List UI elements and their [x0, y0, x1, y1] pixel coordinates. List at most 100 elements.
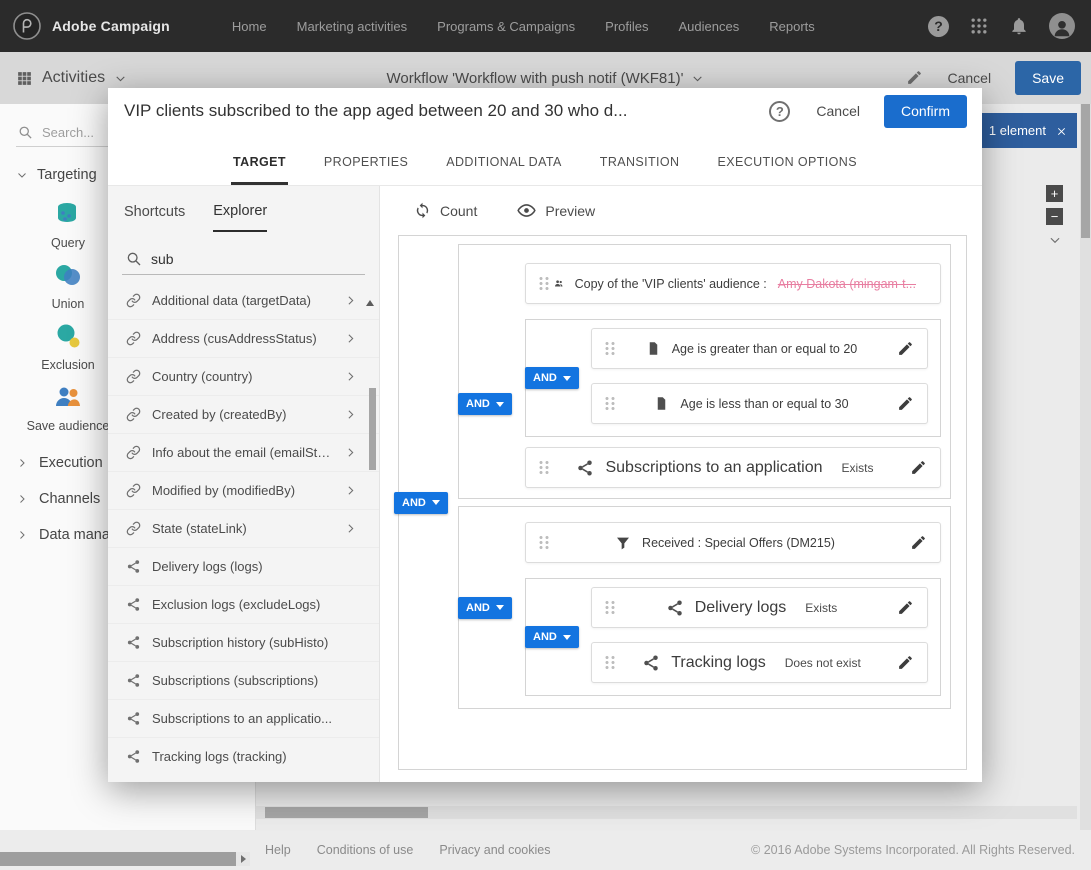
and-operator-button[interactable]: AND: [525, 367, 579, 389]
condition-card-audience[interactable]: Copy of the 'VIP clients' audience : Amy…: [525, 263, 941, 304]
query-subgroup-age: AND Age is greater than or equal to 20 A…: [525, 319, 941, 437]
drag-handle[interactable]: [538, 459, 550, 476]
chevron-right-icon[interactable]: [344, 332, 357, 345]
list-item[interactable]: Country (country): [108, 357, 379, 395]
condition-card-age-max[interactable]: Age is less than or equal to 30: [591, 383, 928, 424]
activities-selector[interactable]: Activities: [0, 69, 127, 87]
drag-handle[interactable]: [538, 275, 550, 292]
preview-button[interactable]: Preview: [517, 201, 595, 220]
footer-link-privacy[interactable]: Privacy and cookies: [439, 843, 550, 857]
explorer-search-input[interactable]: [151, 251, 321, 267]
condition-card-tracking-logs[interactable]: Tracking logs Does not exist: [591, 642, 928, 683]
condition-card-subscriptions[interactable]: Subscriptions to an application Exists: [525, 447, 941, 488]
drag-handle[interactable]: [604, 340, 616, 357]
workflow-title-dropdown[interactable]: Workflow 'Workflow with push notif (WKF8…: [387, 70, 705, 87]
list-item[interactable]: State (stateLink): [108, 509, 379, 547]
collection-icon: [126, 711, 141, 726]
scrollbar-thumb[interactable]: [265, 807, 428, 818]
nav-reports[interactable]: Reports: [769, 19, 815, 34]
edit-pencil-icon[interactable]: [906, 69, 923, 87]
edit-pencil-icon[interactable]: [883, 329, 927, 368]
drag-handle[interactable]: [538, 534, 550, 551]
list-item[interactable]: Modified by (modifiedBy): [108, 471, 379, 509]
list-item[interactable]: Delivery logs (logs): [108, 547, 379, 585]
collection-icon: [576, 459, 594, 477]
count-button[interactable]: Count: [414, 202, 477, 219]
tab-properties[interactable]: PROPERTIES: [322, 155, 410, 185]
tab-target[interactable]: TARGET: [231, 155, 288, 185]
scroll-right-arrow-icon[interactable]: [236, 852, 250, 866]
canvas-horizontal-scrollbar[interactable]: [256, 806, 1077, 819]
list-item[interactable]: Address (cusAddressStatus): [108, 319, 379, 357]
list-item[interactable]: Tracking logs (tracking): [108, 737, 379, 775]
and-operator-button[interactable]: AND: [458, 596, 512, 619]
footer-link-conditions[interactable]: Conditions of use: [317, 843, 414, 857]
zoom-out-button[interactable]: −: [1046, 208, 1063, 225]
nav-profiles[interactable]: Profiles: [605, 19, 648, 34]
chevron-right-icon[interactable]: [344, 294, 357, 307]
list-item[interactable]: Subscriptions (subscriptions): [108, 661, 379, 699]
workflow-cancel-button[interactable]: Cancel: [947, 70, 991, 86]
and-operator-button[interactable]: AND: [394, 491, 448, 514]
close-icon[interactable]: [1056, 123, 1067, 138]
drag-handle[interactable]: [604, 654, 616, 671]
edit-pencil-icon[interactable]: [896, 523, 940, 562]
list-item-label: Subscriptions to an applicatio...: [152, 711, 332, 726]
chevron-right-icon[interactable]: [344, 408, 357, 421]
list-item[interactable]: Additional data (targetData): [108, 281, 379, 319]
drag-handle[interactable]: [604, 599, 616, 616]
dialog-confirm-button[interactable]: Confirm: [883, 94, 967, 128]
scrollbar-thumb[interactable]: [0, 852, 236, 866]
tab-transition[interactable]: TRANSITION: [598, 155, 682, 185]
list-item[interactable]: Exclusion logs (excludeLogs): [108, 585, 379, 623]
condition-label: Received : Special Offers (DM215): [642, 535, 835, 550]
drag-handle[interactable]: [604, 395, 616, 412]
palette-item-label: Union: [51, 297, 85, 311]
explorer-scrollbar-thumb[interactable]: [369, 388, 376, 470]
activities-grid-icon: [16, 70, 33, 87]
document-icon: [654, 396, 669, 411]
and-operator-button[interactable]: AND: [525, 626, 579, 648]
nav-programs-campaigns[interactable]: Programs & Campaigns: [437, 19, 575, 34]
scroll-up-arrow-icon[interactable]: [366, 300, 374, 306]
condition-card-age-min[interactable]: Age is greater than or equal to 20: [591, 328, 928, 369]
edit-pencil-icon[interactable]: [883, 384, 927, 423]
edit-pencil-icon[interactable]: [896, 448, 940, 487]
list-item[interactable]: Info about the email (emailSta...: [108, 433, 379, 471]
nav-marketing-activities[interactable]: Marketing activities: [297, 19, 408, 34]
user-avatar[interactable]: [1049, 13, 1075, 39]
chevron-right-icon[interactable]: [344, 522, 357, 535]
help-icon[interactable]: ?: [928, 15, 949, 37]
and-operator-button[interactable]: AND: [458, 393, 512, 416]
edit-pencil-icon[interactable]: [883, 588, 927, 627]
condition-card-received[interactable]: Received : Special Offers (DM215): [525, 522, 941, 563]
chevron-right-icon[interactable]: [344, 370, 357, 383]
chevron-right-icon[interactable]: [344, 484, 357, 497]
scrollbar-thumb[interactable]: [1081, 104, 1090, 238]
notifications-bell-icon[interactable]: [1009, 16, 1029, 36]
workflow-save-button[interactable]: Save: [1015, 61, 1081, 95]
tab-additional-data[interactable]: ADDITIONAL DATA: [444, 155, 564, 185]
adobe-campaign-logo[interactable]: Adobe Campaign: [0, 11, 170, 41]
footer-link-help[interactable]: Help: [265, 843, 291, 857]
zoom-in-button[interactable]: +: [1046, 185, 1063, 202]
list-item[interactable]: Created by (createdBy): [108, 395, 379, 433]
nav-home[interactable]: Home: [232, 19, 267, 34]
apps-grid-icon[interactable]: [969, 16, 989, 36]
dialog-cancel-button[interactable]: Cancel: [816, 103, 860, 119]
list-item[interactable]: Subscriptions to an applicatio...: [108, 699, 379, 737]
chevron-down-icon[interactable]: [1048, 231, 1062, 249]
condition-card-delivery-logs[interactable]: Delivery logs Exists: [591, 587, 928, 628]
tab-shortcuts[interactable]: Shortcuts: [124, 203, 185, 232]
sidebar-horizontal-scrollbar[interactable]: [0, 852, 250, 866]
edit-pencil-icon[interactable]: [883, 643, 927, 682]
list-item[interactable]: Subscription history (subHisto): [108, 623, 379, 661]
explorer-search[interactable]: [122, 244, 365, 275]
canvas-vertical-scrollbar[interactable]: [1080, 104, 1091, 830]
nav-audiences[interactable]: Audiences: [679, 19, 740, 34]
top-app-bar: Adobe Campaign Home Marketing activities…: [0, 0, 1091, 52]
chevron-right-icon[interactable]: [344, 446, 357, 459]
tab-explorer[interactable]: Explorer: [213, 203, 268, 232]
help-icon[interactable]: ?: [769, 100, 791, 122]
tab-execution-options[interactable]: EXECUTION OPTIONS: [715, 155, 858, 185]
